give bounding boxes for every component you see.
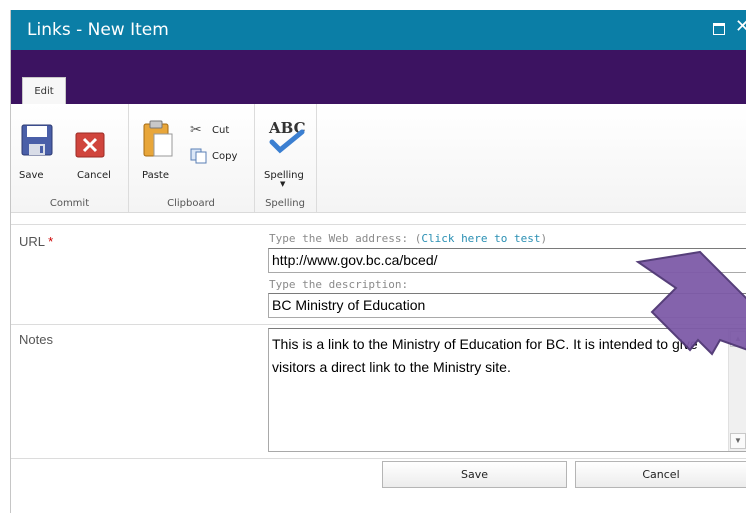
cancel-button[interactable]: Cancel xyxy=(63,124,115,184)
dialog-window: Links - New Item ✕ Edit Save Cancel Comm… xyxy=(10,10,746,513)
spelling-dropdown-icon: ▼ xyxy=(280,180,286,188)
notes-text: This is a link to the Ministry of Educat… xyxy=(272,336,698,375)
cancel-x-icon xyxy=(75,132,105,158)
cut-button[interactable]: ✂ Cut xyxy=(190,122,240,140)
clipboard-group: Paste ✂ Cut Copy Clipboard xyxy=(128,104,255,212)
clipboard-group-label: Clipboard xyxy=(167,198,215,209)
save-label: Save xyxy=(19,170,44,181)
copy-icon xyxy=(190,148,207,164)
required-marker: * xyxy=(48,234,54,249)
url-hint: Type the Web address: (Click here to tes… xyxy=(269,232,548,245)
notes-label: Notes xyxy=(19,332,53,347)
spell-check-abc-icon: ABC xyxy=(268,119,306,154)
spelling-button[interactable]: ABC Spelling ▼ xyxy=(260,118,310,190)
scroll-down-icon[interactable]: ▼ xyxy=(730,433,746,449)
description-hint: Type the description: xyxy=(269,278,409,291)
dialog-title: Links - New Item xyxy=(27,20,169,40)
notes-textarea[interactable]: This is a link to the Ministry of Educat… xyxy=(268,328,746,452)
form-top-divider xyxy=(11,224,746,225)
copy-button[interactable]: Copy xyxy=(190,148,250,166)
commit-group: Save Cancel Commit xyxy=(11,104,129,212)
copy-label: Copy xyxy=(212,151,238,162)
form-cancel-button[interactable]: Cancel xyxy=(575,461,746,488)
maximize-icon[interactable] xyxy=(713,23,725,35)
notes-scrollbar[interactable]: ▲ ▼ xyxy=(728,329,746,451)
cancel-label: Cancel xyxy=(77,170,111,181)
commit-group-label: Commit xyxy=(49,198,90,209)
test-link[interactable]: Click here to test xyxy=(421,232,540,245)
scroll-up-icon[interactable]: ▲ xyxy=(730,331,746,347)
ribbon-toolbar: Save Cancel Commit Paste ✂ Cut Copy Clip… xyxy=(11,104,746,213)
cut-label: Cut xyxy=(212,125,230,136)
form-middle-divider xyxy=(11,324,746,325)
title-bar: Links - New Item ✕ xyxy=(11,10,746,50)
paste-button[interactable]: Paste xyxy=(140,120,176,184)
url-label: URL * xyxy=(19,234,54,249)
url-input[interactable]: http://www.gov.bc.ca/bced/ xyxy=(268,248,746,273)
save-button[interactable]: Save xyxy=(19,124,55,184)
paste-clipboard-icon xyxy=(143,120,173,157)
paste-label: Paste xyxy=(142,170,169,181)
form-bottom-divider xyxy=(11,458,746,459)
tab-edit[interactable]: Edit xyxy=(22,77,66,104)
description-input[interactable]: BC Ministry of Education xyxy=(268,293,746,318)
spelling-group-label: Spelling xyxy=(265,198,305,209)
form-save-button[interactable]: Save xyxy=(382,461,567,488)
floppy-disk-icon xyxy=(21,124,53,156)
close-icon[interactable]: ✕ xyxy=(735,16,746,37)
spelling-group: ABC Spelling ▼ Spelling xyxy=(254,104,317,212)
ribbon-tab-strip xyxy=(11,50,746,104)
scissors-icon: ✂ xyxy=(190,122,202,138)
